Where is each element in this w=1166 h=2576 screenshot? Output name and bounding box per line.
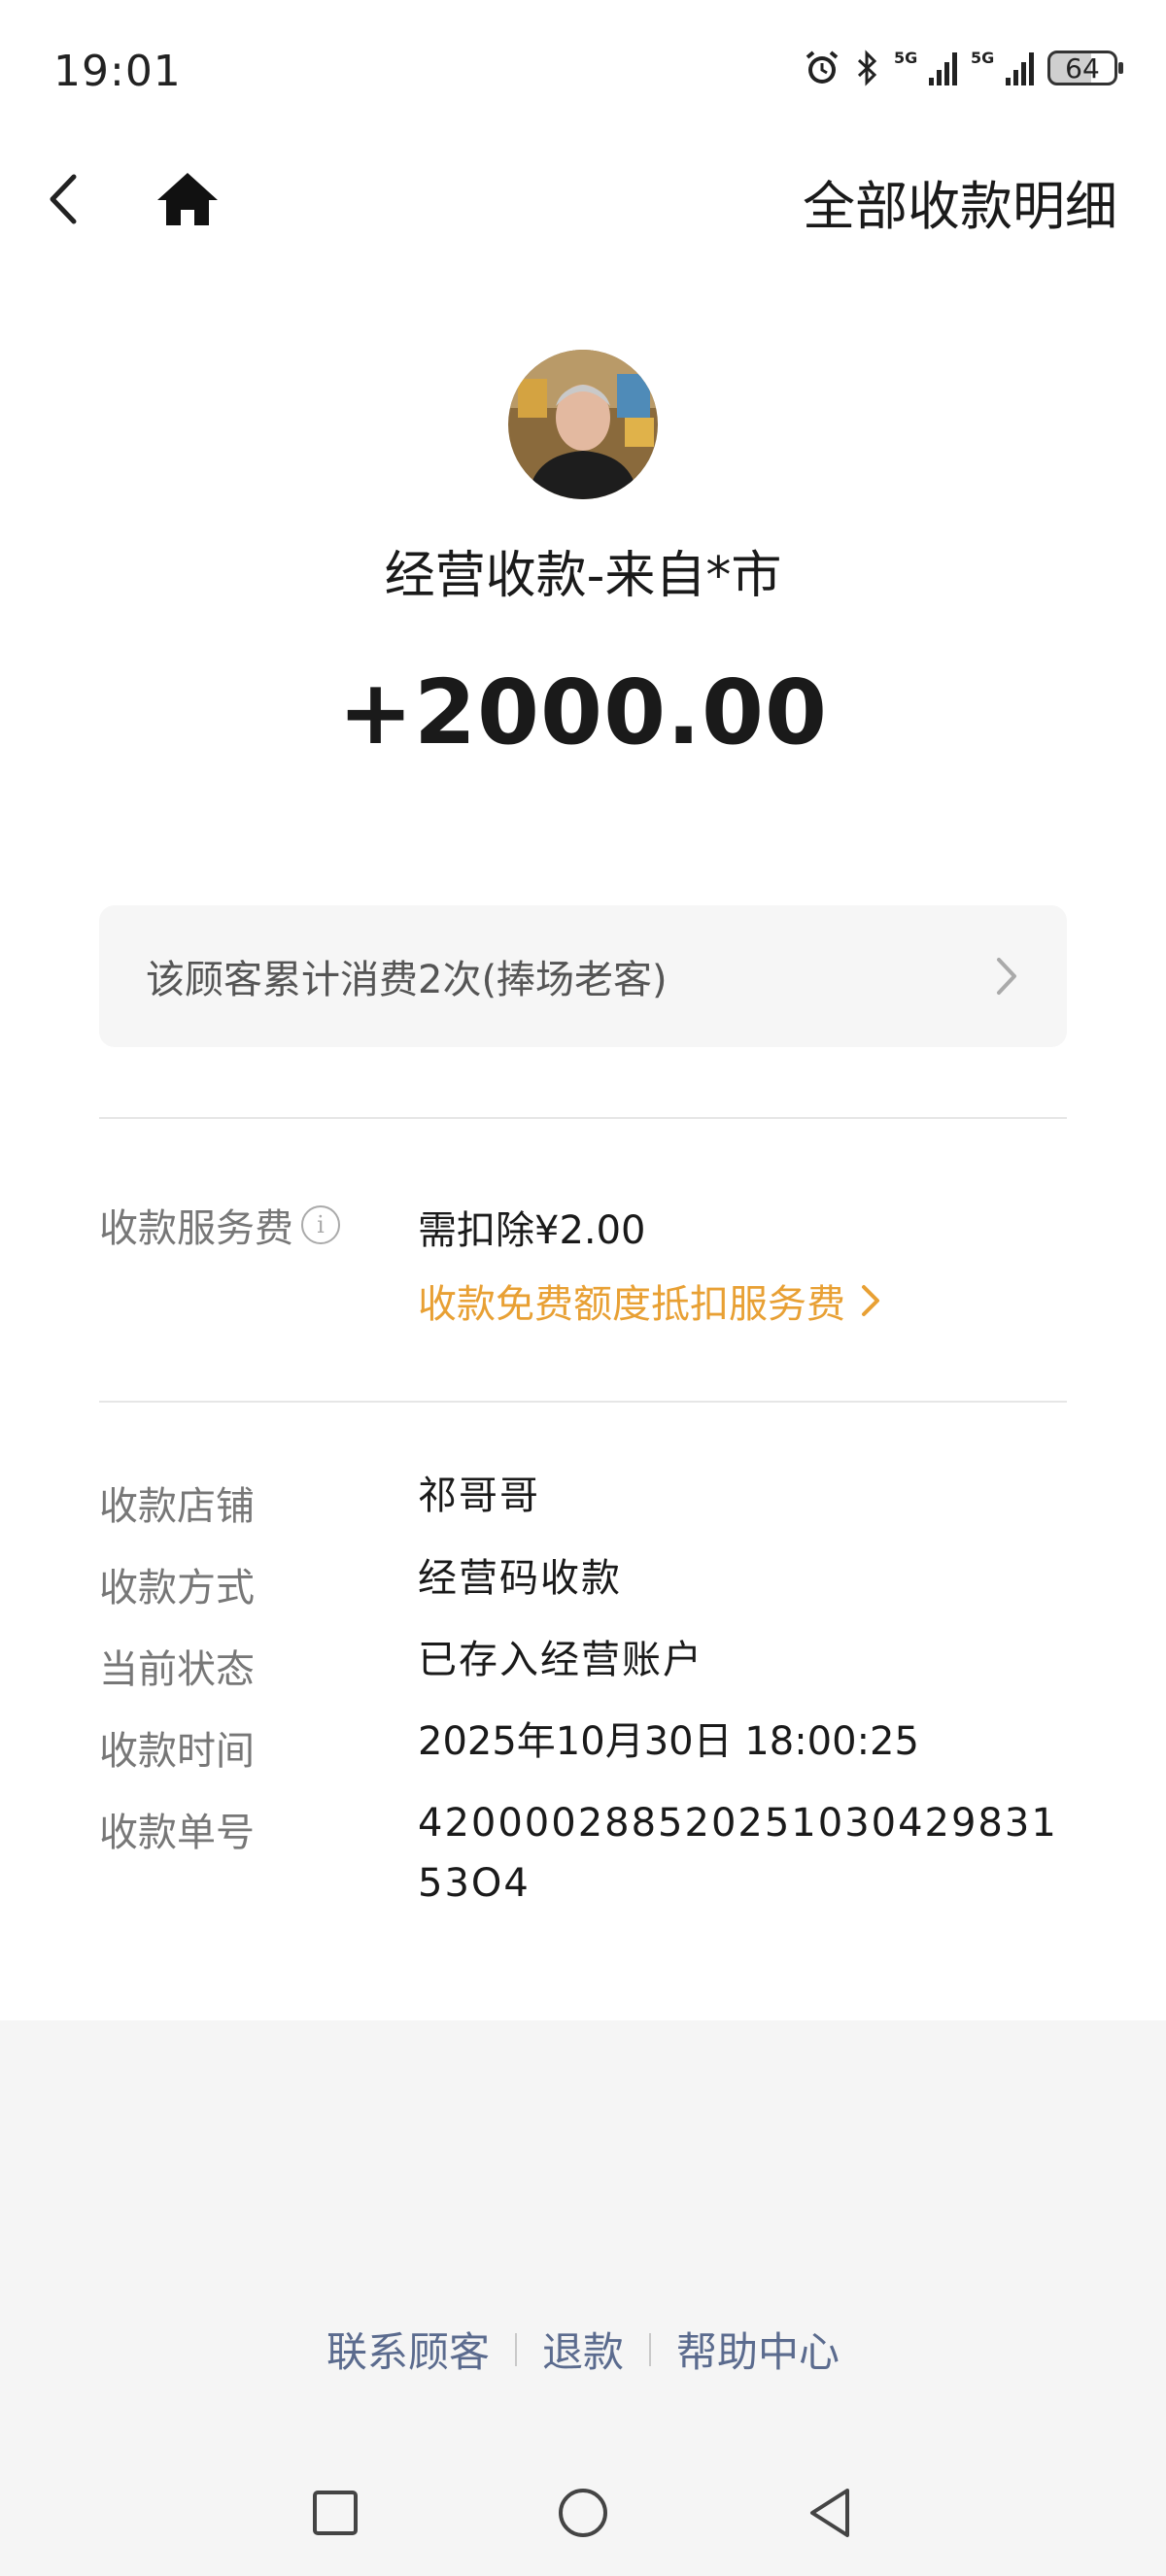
fee-value: 需扣除¥2.00 <box>418 1208 646 1253</box>
top-nav-bar: 全部收款明细 <box>0 146 1166 253</box>
divider <box>99 1401 1067 1403</box>
footer-links: 联系顾客 退款 帮助中心 <box>0 2320 1166 2379</box>
chevron-right-icon <box>997 958 1016 995</box>
help-center-link[interactable]: 帮助中心 <box>676 2320 840 2379</box>
alarm-icon <box>803 49 841 87</box>
recent-apps-button[interactable] <box>301 2479 369 2547</box>
home-button[interactable] <box>154 167 222 231</box>
signal-5g-icon: 5G <box>894 49 957 85</box>
detail-label-time: 收款时间 <box>99 1729 255 1774</box>
detail-label-store: 收款店铺 <box>99 1484 255 1529</box>
payer-title: 经营收款-来自*市 <box>384 547 782 605</box>
contact-customer-link[interactable]: 联系顾客 <box>326 2320 490 2379</box>
customer-history-text: 该顾客累计消费2次(捧场老客) <box>146 958 668 1002</box>
home-circle-icon <box>559 2489 607 2537</box>
network-label-2: 5G <box>971 49 995 67</box>
detail-value-method: 经营码收款 <box>418 1556 622 1601</box>
detail-label-status: 当前状态 <box>99 1647 255 1692</box>
signal-5g-icon-2: 5G <box>971 49 1034 85</box>
avatar <box>508 350 658 499</box>
recent-apps-icon <box>313 2491 358 2535</box>
customer-history-card[interactable]: 该顾客累计消费2次(捧场老客) <box>99 905 1067 1047</box>
fee-label: 收款服务费 i <box>99 1197 340 1253</box>
back-button[interactable] <box>39 167 97 231</box>
detail-value-store: 祁哥哥 <box>418 1474 540 1518</box>
battery-icon: 64 <box>1047 51 1123 85</box>
system-nav-bar <box>0 2457 1166 2576</box>
fee-label-text: 收款服务费 <box>99 1206 293 1251</box>
bluetooth-icon <box>855 49 880 87</box>
status-bar: 19:01 5G 5G 64 <box>0 0 1166 146</box>
info-icon[interactable]: i <box>301 1205 340 1244</box>
separator <box>649 2332 651 2366</box>
detail-value-order-no: 42000028852025103042983153O4 <box>418 1801 1058 1906</box>
battery-level: 64 <box>1065 51 1100 85</box>
home-system-button[interactable] <box>549 2479 617 2547</box>
detail-value-status: 已存入经营账户 <box>418 1638 703 1682</box>
chevron-right-icon <box>862 1285 879 1316</box>
status-icons: 5G 5G 64 <box>803 49 1123 87</box>
amount: +2000.00 <box>337 661 829 764</box>
separator <box>514 2332 517 2366</box>
fee-deduction-link[interactable]: 收款免费额度抵扣服务费 <box>418 1272 882 1329</box>
status-time: 19:01 <box>53 47 182 96</box>
back-system-button[interactable] <box>797 2479 865 2547</box>
detail-value-time: 2025年10月30日 18:00:25 <box>418 1719 919 1764</box>
divider <box>99 1117 1067 1119</box>
network-label: 5G <box>894 49 918 67</box>
page-title: 全部收款明细 <box>803 176 1117 237</box>
detail-label-order-no: 收款单号 <box>99 1811 255 1855</box>
chevron-left-icon <box>50 174 77 224</box>
detail-label-method: 收款方式 <box>99 1566 255 1610</box>
back-triangle-icon <box>810 2489 849 2537</box>
fee-deduction-link-text: 收款免费额度抵扣服务费 <box>418 1282 845 1327</box>
home-icon <box>157 173 218 225</box>
refund-link[interactable]: 退款 <box>542 2320 624 2379</box>
